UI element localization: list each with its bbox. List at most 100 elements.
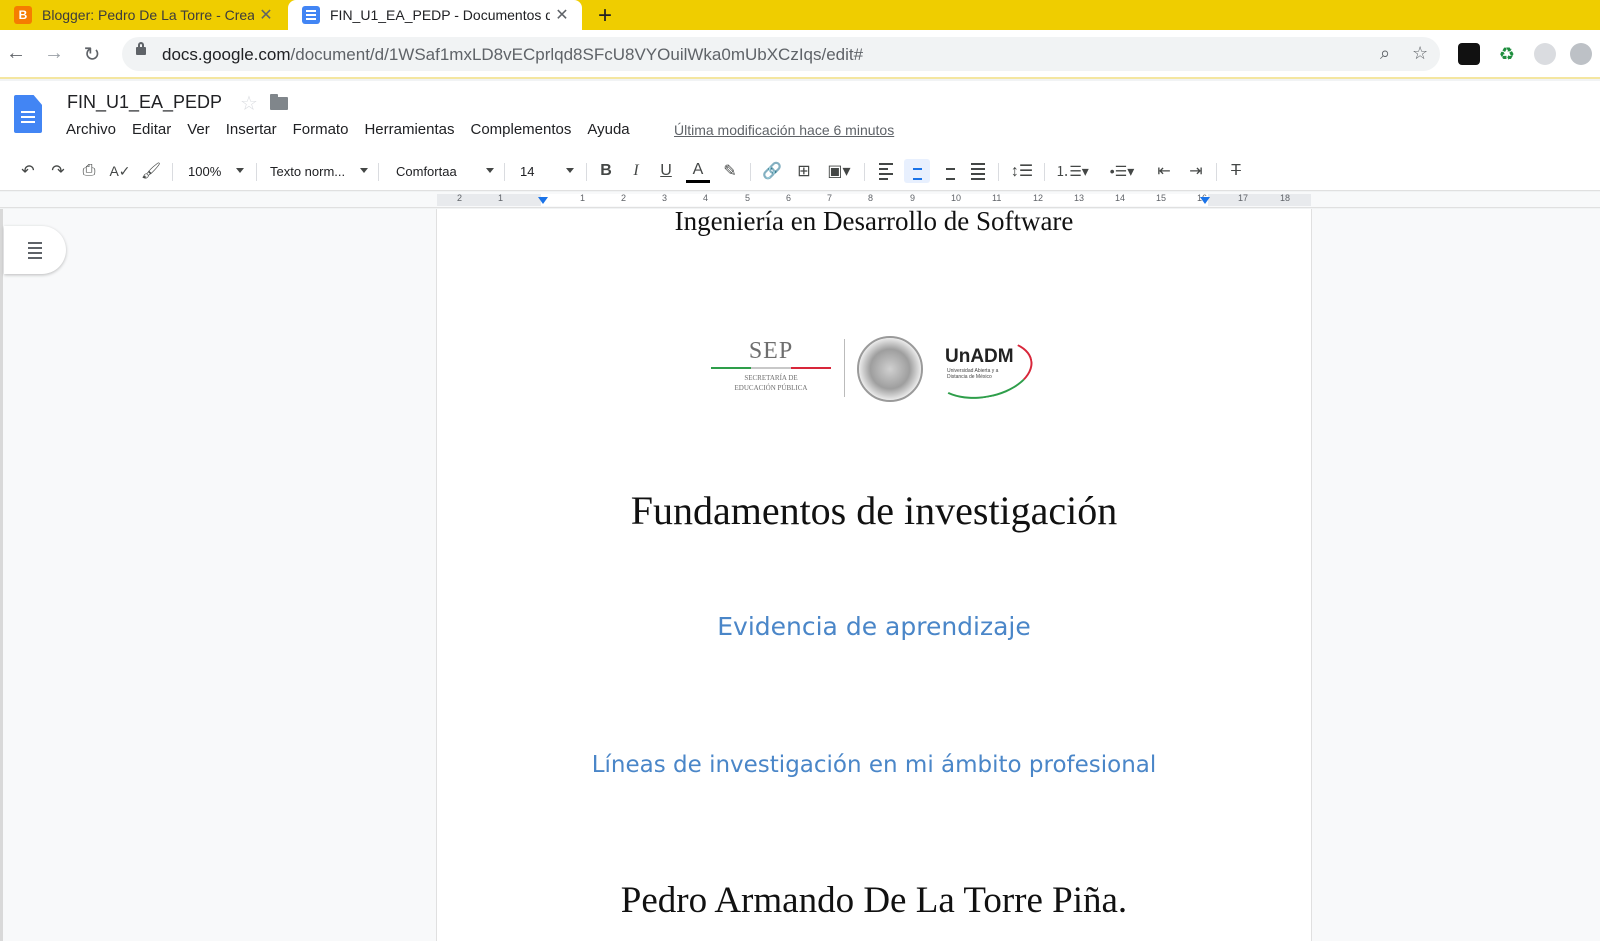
text-color-icon[interactable]: A xyxy=(686,159,710,183)
ruler-label: 11 xyxy=(992,193,1002,203)
new-tab-button[interactable]: + xyxy=(598,2,612,30)
document-title[interactable]: FIN_U1_EA_PEDP xyxy=(67,92,222,113)
tab-title: FIN_U1_EA_PEDP - Documentos de xyxy=(330,7,550,23)
link-icon[interactable]: 🔗 xyxy=(760,159,784,183)
bold-icon[interactable]: B xyxy=(594,159,618,183)
align-left-icon[interactable] xyxy=(874,159,898,183)
align-center-icon[interactable] xyxy=(904,159,930,183)
url-text: docs.google.com/document/d/1WSaf1mxLD8vE… xyxy=(162,45,863,65)
right-indent-marker[interactable] xyxy=(1200,197,1210,204)
menu-archivo[interactable]: Archivo xyxy=(58,121,124,138)
toolbar-divider xyxy=(864,163,865,181)
toolbar-divider xyxy=(172,163,173,181)
close-icon[interactable]: ✕ xyxy=(254,5,278,25)
font-size-select[interactable]: 14 xyxy=(520,159,574,183)
menu-editar[interactable]: Editar xyxy=(124,121,179,138)
font-select[interactable]: Comfortaa xyxy=(396,159,494,183)
topic-title: Líneas de investigación en mi ámbito pro… xyxy=(591,752,1157,778)
back-arrow-icon[interactable]: ← xyxy=(4,42,28,65)
bulleted-list-icon[interactable]: •☰▾ xyxy=(1102,159,1142,183)
menu-complementos[interactable]: Complementos xyxy=(462,121,579,138)
zoom-icon[interactable]: ⌕ xyxy=(1380,43,1390,64)
tab-title: Blogger: Pedro De La Torre - Crea xyxy=(42,7,254,23)
browser-tab-docs[interactable]: FIN_U1_EA_PEDP - Documentos de ✕ xyxy=(288,0,582,30)
unadm-logo: UnADM Universidad Abierta y a Distancia … xyxy=(928,331,1038,407)
docs-logo-icon[interactable] xyxy=(14,95,42,133)
spellcheck-icon[interactable]: A✓ xyxy=(108,159,132,183)
paragraph-style-select[interactable]: Texto norm... xyxy=(270,159,368,183)
left-edge xyxy=(0,209,3,941)
print-icon[interactable]: ⎙ xyxy=(77,159,101,183)
italic-icon[interactable]: I xyxy=(624,159,648,183)
ruler-label: 2 xyxy=(457,193,463,203)
student-name: Pedro Armando De La Torre Piña. xyxy=(620,880,1128,921)
ruler-label: 10 xyxy=(951,193,962,203)
ruler-label: 13 xyxy=(1074,193,1085,203)
toolbar-divider xyxy=(1216,163,1217,181)
extension-icon[interactable] xyxy=(1458,43,1480,65)
ruler-label: 7 xyxy=(827,193,833,203)
close-icon[interactable]: ✕ xyxy=(550,5,574,25)
justify-icon[interactable] xyxy=(966,159,990,183)
menu-insertar[interactable]: Insertar xyxy=(218,121,285,138)
ruler-label: 8 xyxy=(868,193,874,203)
subject-title: Fundamentos de investigación xyxy=(630,488,1118,533)
toolbar-divider xyxy=(1044,163,1045,181)
align-right-icon[interactable] xyxy=(936,159,960,183)
extension-icon[interactable] xyxy=(1534,43,1556,65)
menu-ver[interactable]: Ver xyxy=(179,121,218,138)
profile-avatar[interactable] xyxy=(1570,43,1592,65)
menu-ayuda[interactable]: Ayuda xyxy=(579,121,637,138)
ruler-label: 5 xyxy=(745,193,751,203)
evidence-title: Evidencia de aprendizaje xyxy=(717,612,1031,641)
national-seal-icon xyxy=(857,336,923,402)
sep-subtitle: SECRETARÍA DE xyxy=(744,374,798,382)
institution-logos: SEP SECRETARÍA DE EDUCACIÓN PÚBLICA UnAD… xyxy=(711,331,1051,407)
browser-tab-strip: B Blogger: Pedro De La Torre - Crea ✕ FI… xyxy=(0,0,1600,30)
reload-icon[interactable]: ↻ xyxy=(80,42,104,67)
document-outline-button[interactable] xyxy=(4,226,66,274)
left-indent-marker[interactable] xyxy=(538,197,548,204)
url-input[interactable]: docs.google.com/document/d/1WSaf1mxLD8vE… xyxy=(122,37,1440,71)
url-path: /document/d/1WSaf1mxLD8vECprlqd8SFcU8VYO… xyxy=(290,45,864,64)
ruler-track xyxy=(437,194,1311,206)
numbered-list-icon[interactable]: ⒈☰▾ xyxy=(1052,159,1092,183)
url-host: docs.google.com xyxy=(162,45,291,64)
bookmark-star-icon[interactable]: ☆ xyxy=(1412,43,1428,64)
toolbar-divider xyxy=(256,163,257,181)
add-comment-icon[interactable]: ⊞ xyxy=(792,159,816,183)
document-workspace: Ingeniería en Desarrollo de Software SEP… xyxy=(0,209,1600,941)
ruler-left-margin xyxy=(437,194,541,206)
recycle-extension-icon[interactable]: ♻ xyxy=(1496,43,1518,65)
ruler-label: 1 xyxy=(498,193,504,203)
line-spacing-icon[interactable]: ↕☰ xyxy=(1008,159,1036,183)
toolbar-divider xyxy=(998,163,999,181)
ruler-right-margin xyxy=(1208,194,1311,206)
docs-icon xyxy=(302,6,320,24)
paint-format-icon[interactable]: 🖌 xyxy=(139,159,163,183)
zoom-select[interactable]: 100% xyxy=(188,159,244,183)
style-value: Texto norm... xyxy=(270,163,346,179)
ruler: 2 1 1 2 3 4 5 6 7 8 9 10 11 12 13 14 15 … xyxy=(0,192,1600,208)
ruler-label: 17 xyxy=(1238,193,1249,203)
underline-icon[interactable]: U xyxy=(654,159,678,183)
increase-indent-icon[interactable]: ⇥ xyxy=(1184,159,1208,183)
address-bar-row: ← → ↻ docs.google.com/document/d/1WSaf1m… xyxy=(0,30,1600,79)
formatting-toolbar: ↶ ↷ ⎙ A✓ 🖌 100% Texto norm... Comfortaa … xyxy=(0,151,1600,191)
insert-image-icon[interactable]: ▣▾ xyxy=(822,159,856,183)
menu-formato[interactable]: Formato xyxy=(285,121,357,138)
browser-tab-blogger[interactable]: B Blogger: Pedro De La Torre - Crea ✕ xyxy=(0,0,286,30)
undo-icon[interactable]: ↶ xyxy=(16,159,40,183)
highlight-icon[interactable]: ✎ xyxy=(718,159,742,183)
folder-icon[interactable] xyxy=(270,94,288,110)
menu-herramientas[interactable]: Herramientas xyxy=(356,121,462,138)
ruler-label: 1 xyxy=(580,193,586,203)
document-page[interactable]: Ingeniería en Desarrollo de Software SEP… xyxy=(437,209,1311,941)
forward-arrow-icon[interactable]: → xyxy=(42,42,66,65)
ruler-label: 3 xyxy=(662,193,668,203)
clear-formatting-icon[interactable]: T xyxy=(1224,159,1248,183)
star-icon[interactable]: ☆ xyxy=(240,91,258,116)
last-modified-link[interactable]: Última modificación hace 6 minutos xyxy=(674,122,894,138)
redo-icon[interactable]: ↷ xyxy=(46,159,70,183)
decrease-indent-icon[interactable]: ⇤ xyxy=(1152,159,1176,183)
